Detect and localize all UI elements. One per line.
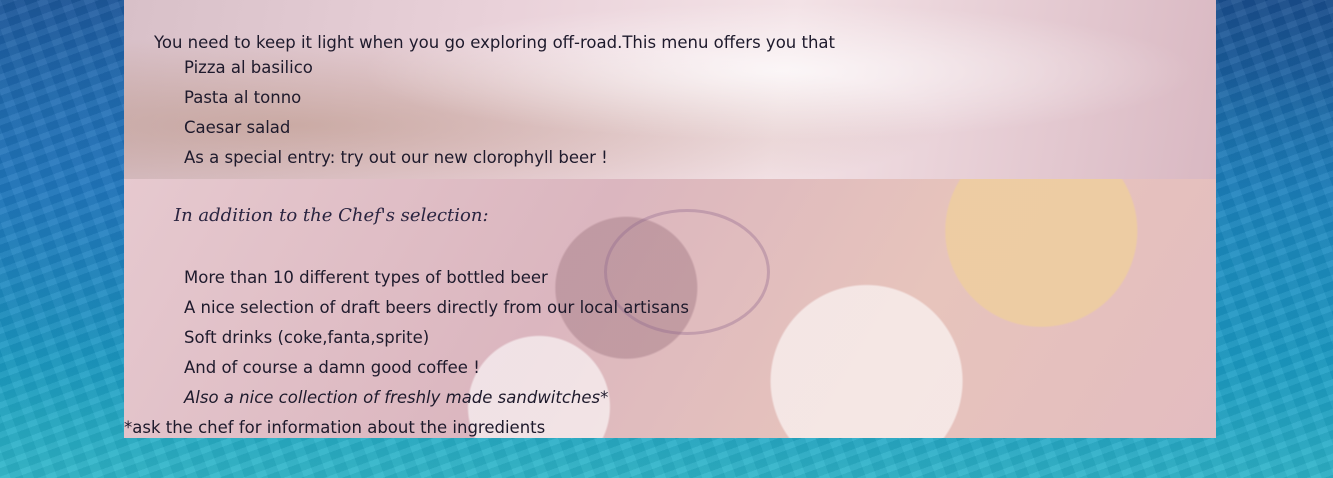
extras-item: Also a nice collection of freshly made s… (184, 388, 609, 407)
menu-content: You need to keep it light when you go ex… (124, 0, 1216, 438)
menu-item: Pasta al tonno (184, 88, 302, 107)
footnote: *ask the chef for information about the … (124, 418, 546, 437)
selection-heading: In addition to the Chef's selection: (174, 205, 489, 226)
extras-list: More than 10 different types of bottled … (184, 263, 689, 413)
extras-item: A nice selection of draft beers directly… (184, 298, 689, 317)
extras-item: And of course a damn good coffee ! (184, 358, 480, 377)
menu-item: As a special entry: try out our new clor… (184, 148, 608, 167)
menu-panel: You need to keep it light when you go ex… (124, 0, 1216, 438)
menu-list: Pizza al basilico Pasta al tonno Caesar … (184, 53, 608, 173)
menu-item: Caesar salad (184, 118, 291, 137)
extras-item: Soft drinks (coke,fanta,sprite) (184, 328, 430, 347)
menu-intro: You need to keep it light when you go ex… (154, 33, 835, 52)
extras-item: More than 10 different types of bottled … (184, 268, 548, 287)
menu-item: Pizza al basilico (184, 58, 313, 77)
